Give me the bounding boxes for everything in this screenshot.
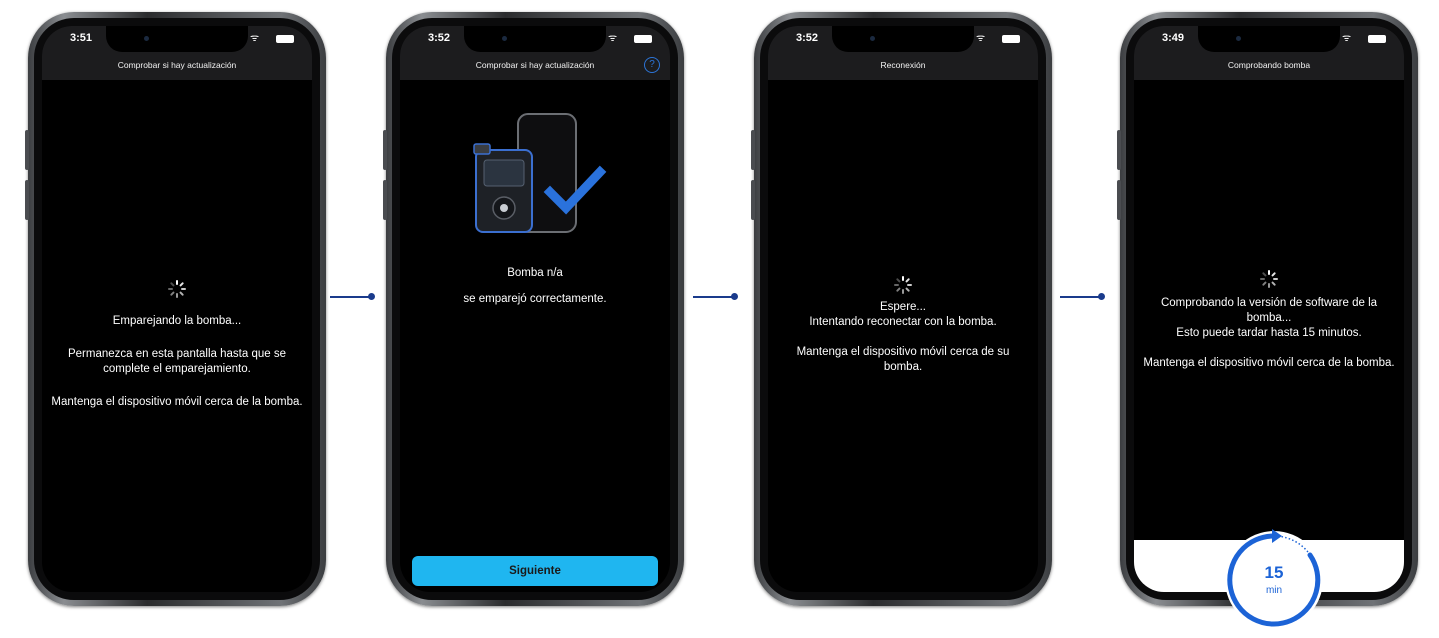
screen-checking-pump: 3:49 ᯤ Comprobando bomba Comprobando la … xyxy=(1134,26,1404,592)
screen-paired: 3:52 ᯤ Comprobar si hay actualización ? … xyxy=(400,26,670,592)
reconnect-message: Espere... Intentando reconectar con la b… xyxy=(776,300,1030,375)
volume-button xyxy=(1117,180,1121,220)
volume-button xyxy=(383,130,387,170)
paired-status: se emparejó correctamente. xyxy=(463,293,607,305)
screen-reconnect: 3:52 ᯤ Reconexión Espere... Intentando r… xyxy=(768,26,1038,592)
screen-pairing: 3:51 ᯤ Comprobar si hay actualización Em… xyxy=(42,26,312,592)
checking-message: Comprobando la versión de software de la… xyxy=(1142,296,1396,371)
phone-4: 3:49 ᯤ Comprobando bomba Comprobando la … xyxy=(1117,12,1418,606)
phone-2: 3:52 ᯤ Comprobar si hay actualización ? … xyxy=(383,12,684,606)
flow-connector-3 xyxy=(1060,296,1102,298)
status-time: 3:52 xyxy=(428,32,451,44)
timer-value: 15 xyxy=(1264,563,1284,582)
timer-badge: 15 min xyxy=(1222,528,1326,632)
message-line: Mantenga el dispositivo móvil cerca de l… xyxy=(1143,357,1395,369)
wifi-icon: ᯤ xyxy=(608,33,618,44)
nav-title: Comprobar si hay actualización ? xyxy=(400,52,670,80)
volume-button xyxy=(751,130,755,170)
phone-3: 3:52 ᯤ Reconexión Espere... Intentando r… xyxy=(751,12,1052,606)
wifi-icon: ᯤ xyxy=(250,33,260,44)
message-line: Permanezca en esta pantalla hasta que se… xyxy=(67,348,286,375)
flow-connector-2 xyxy=(693,296,735,298)
message-line: Esto puede tardar hasta 15 minutos. xyxy=(1176,327,1362,339)
message-line: Intentando reconectar con la bomba. xyxy=(809,316,997,328)
nav-title-text: Comprobar si hay actualización xyxy=(475,60,595,70)
nav-title: Comprobar si hay actualización xyxy=(42,52,312,80)
battery-icon xyxy=(276,35,294,43)
help-icon[interactable]: ? xyxy=(644,57,660,73)
notch xyxy=(832,26,974,52)
notch xyxy=(464,26,606,52)
paired-message: Bomba n/a se emparejó correctamente. xyxy=(408,266,662,307)
loading-spinner-icon xyxy=(1260,270,1278,288)
message-line: Espere... xyxy=(879,301,927,313)
pump-phone-illustration xyxy=(473,113,607,233)
pump-name: Bomba n/a xyxy=(507,267,563,279)
flow-connector-dot-1 xyxy=(368,293,375,300)
timer-unit: min xyxy=(1265,585,1283,596)
flow-connector-1 xyxy=(330,296,372,298)
notch xyxy=(1198,26,1340,52)
flow-connector-dot-2 xyxy=(731,293,738,300)
message-line: Comprobando la versión de software de la… xyxy=(1160,297,1378,324)
nav-title: Reconexión xyxy=(768,52,1038,80)
wifi-icon: ᯤ xyxy=(1342,33,1352,44)
status-time: 3:52 xyxy=(796,32,819,44)
volume-button xyxy=(25,130,29,170)
notch xyxy=(106,26,248,52)
message-line: Emparejando la bomba... xyxy=(112,315,242,327)
volume-button xyxy=(383,180,387,220)
wifi-icon: ᯤ xyxy=(976,33,986,44)
message-line: Mantenga el dispositivo móvil cerca de s… xyxy=(796,346,1010,373)
message-line: Mantenga el dispositivo móvil cerca de l… xyxy=(51,396,303,408)
pairing-message: Emparejando la bomba... Permanezca en es… xyxy=(50,314,304,410)
flow-connector-dot-3 xyxy=(1098,293,1105,300)
volume-button xyxy=(1117,130,1121,170)
loading-spinner-icon xyxy=(894,276,912,294)
phone-1: 3:51 ᯤ Comprobar si hay actualización Em… xyxy=(25,12,326,606)
battery-icon xyxy=(634,35,652,43)
nav-title: Comprobando bomba xyxy=(1134,52,1404,80)
next-button[interactable]: Siguiente xyxy=(412,556,658,586)
loading-spinner-icon xyxy=(168,280,186,298)
volume-button xyxy=(751,180,755,220)
battery-icon xyxy=(1368,35,1386,43)
volume-button xyxy=(25,180,29,220)
battery-icon xyxy=(1002,35,1020,43)
status-time: 3:49 xyxy=(1162,32,1185,44)
status-time: 3:51 xyxy=(70,32,93,44)
